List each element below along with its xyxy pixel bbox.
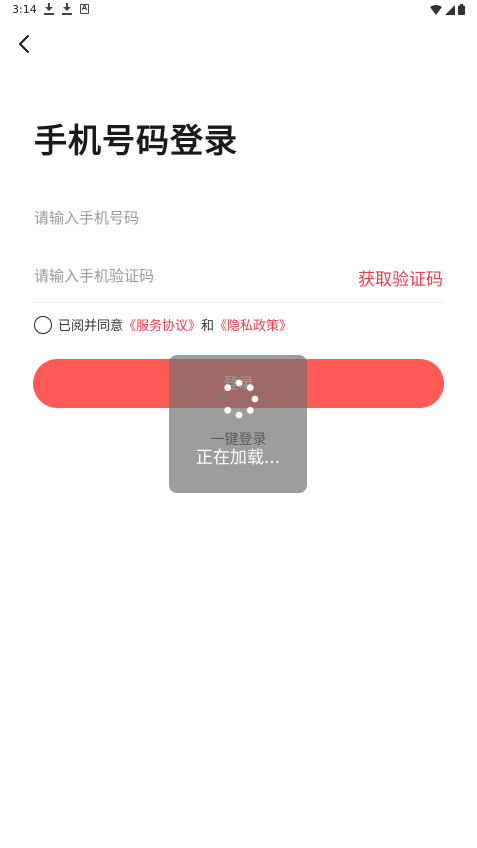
status-right-icons (430, 4, 465, 15)
phone-input[interactable] (34, 205, 444, 231)
a-icon: A (80, 4, 89, 14)
agreement-prefix: 已阅并同意 (58, 319, 124, 334)
loading-overlay: 正在加载... (169, 355, 307, 493)
loading-spinner-icon (219, 379, 259, 419)
agreement-conjunction: 和 (201, 319, 215, 334)
privacy-policy-link[interactable]: 《隐私政策》 (214, 315, 292, 334)
status-left-icons: A (44, 3, 89, 15)
download-icon (44, 3, 54, 15)
agreement-checkbox[interactable] (34, 315, 52, 334)
wifi-icon (430, 4, 442, 15)
verification-code-input[interactable] (34, 263, 334, 289)
chevron-left-icon (18, 34, 30, 54)
status-time: 3:14 (12, 3, 37, 16)
service-agreement-link[interactable]: 《服务协议》 (123, 315, 201, 334)
divider (34, 302, 444, 303)
battery-icon (458, 4, 465, 15)
status-bar: 3:14 A (0, 0, 477, 20)
download-icon (62, 3, 72, 15)
loading-text: 正在加载... (195, 448, 281, 468)
signal-icon (445, 4, 455, 15)
page-title: 手机号码登录 (34, 121, 238, 160)
agreement-row: 已阅并同意 《服务协议》 和 《隐私政策》 (34, 315, 292, 334)
back-button[interactable] (14, 33, 36, 55)
get-code-button[interactable]: 获取验证码 (358, 265, 443, 290)
